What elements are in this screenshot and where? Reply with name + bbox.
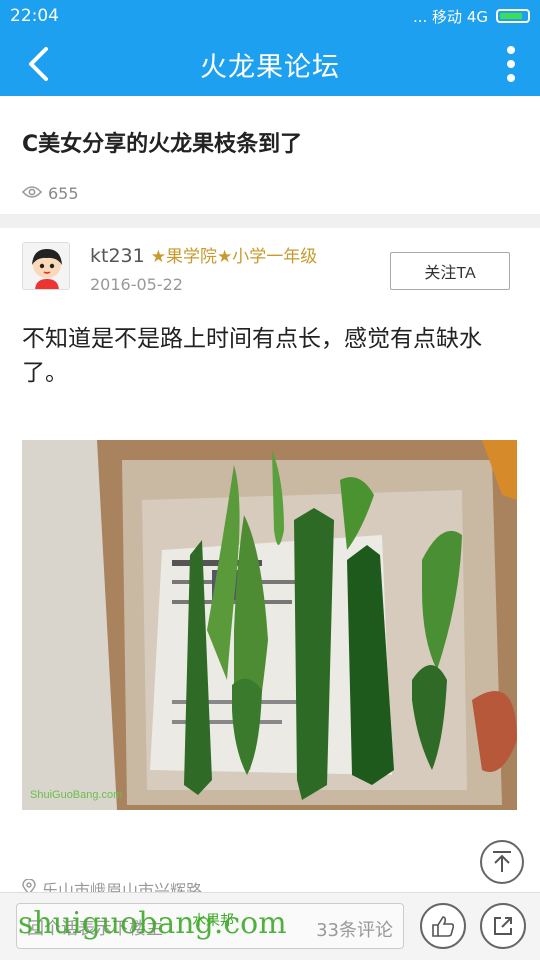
post-date: 2016-05-22 <box>90 275 183 294</box>
section-divider <box>0 214 540 228</box>
site-watermark: shuiguobang.com <box>18 906 287 941</box>
view-count-value: 655 <box>48 184 79 203</box>
scroll-to-top-button[interactable] <box>480 840 524 884</box>
battery-icon <box>496 9 530 23</box>
avatar[interactable] <box>22 242 70 290</box>
site-watermark-sub: 水果邦 <box>192 913 234 929</box>
follow-button[interactable]: 关注TA <box>390 252 510 290</box>
author-line: kt231 ★果学院★小学一年级 <box>90 242 317 267</box>
author-name[interactable]: kt231 <box>90 245 145 267</box>
post-title: C美女分享的火龙果枝条到了 <box>22 132 303 157</box>
author-rank: ★果学院★小学一年级 <box>150 247 318 267</box>
status-bar: 22:04 ... 移动 4G <box>0 0 540 32</box>
post-body: 不知道是不是路上时间有点长，感觉有点缺水了。 <box>22 326 482 386</box>
share-button[interactable] <box>480 903 526 949</box>
like-button[interactable] <box>420 903 466 949</box>
network-label: ... 移动 4G <box>412 7 488 26</box>
more-options-icon[interactable] <box>496 42 526 86</box>
view-count: 655 <box>21 184 79 203</box>
back-icon[interactable] <box>18 42 58 86</box>
page-title: 火龙果论坛 <box>200 51 340 83</box>
status-time: 22:04 <box>10 6 59 26</box>
eye-icon <box>21 184 43 203</box>
app-bar: 火龙果论坛 <box>0 32 540 96</box>
post-photo[interactable]: ShuiGuoBang.com <box>22 440 517 810</box>
status-icons: ... 移动 4G <box>413 6 530 27</box>
photo-watermark: ShuiGuoBang.com <box>30 789 122 801</box>
comment-count[interactable]: 33条评论 <box>316 916 393 942</box>
